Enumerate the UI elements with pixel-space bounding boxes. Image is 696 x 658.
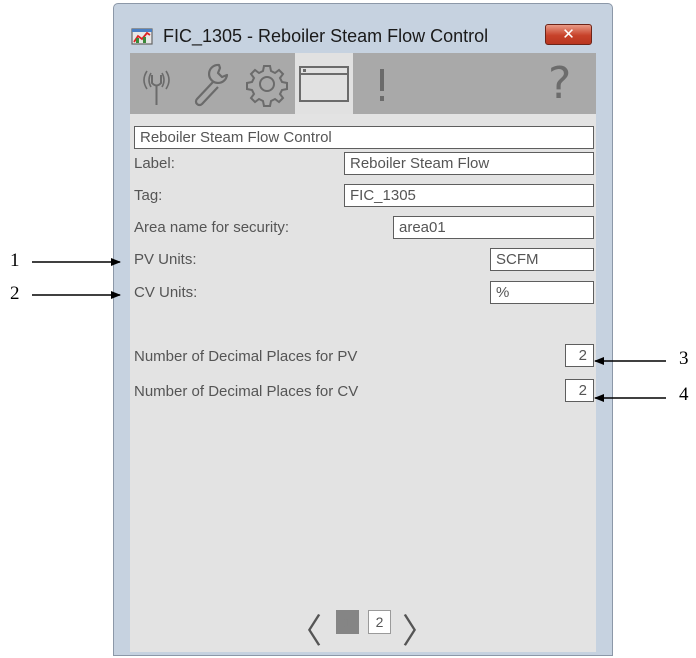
faceplate-window: FIC_1305 - Reboiler Steam Flow Control ✕ bbox=[113, 3, 613, 656]
window-icon bbox=[299, 66, 349, 102]
alarm-icon bbox=[380, 69, 384, 101]
close-icon: ✕ bbox=[562, 25, 575, 43]
faceplate-toolbar: ? bbox=[130, 53, 596, 114]
page-2-button[interactable]: 2 bbox=[368, 610, 391, 634]
gear-icon bbox=[246, 65, 288, 107]
tab-maintenance[interactable] bbox=[183, 53, 239, 114]
title-bar[interactable]: FIC_1305 - Reboiler Steam Flow Control ✕ bbox=[114, 4, 612, 46]
close-button[interactable]: ✕ bbox=[545, 24, 592, 45]
cv-decimals-field[interactable]: 2 bbox=[565, 379, 594, 402]
tab-engineering[interactable] bbox=[239, 53, 295, 114]
callout-label-1: 1 bbox=[10, 250, 20, 271]
previous-page-icon[interactable]: 〈 bbox=[288, 604, 322, 653]
help-icon[interactable]: ? bbox=[548, 58, 571, 109]
tag-field[interactable]: FIC_1305 bbox=[344, 184, 594, 207]
tab-display[interactable] bbox=[295, 53, 353, 114]
display-tab-content: Reboiler Steam Flow Control Label: Reboi… bbox=[130, 114, 596, 652]
callout-label-4: 4 bbox=[679, 384, 689, 405]
cv-decimals-label: Number of Decimal Places for CV bbox=[134, 383, 359, 400]
signal-icon bbox=[143, 70, 170, 105]
label-field-label: Label: bbox=[134, 155, 175, 172]
tab-operator[interactable] bbox=[130, 53, 183, 114]
page-1-button[interactable]: 1 bbox=[336, 610, 359, 634]
label-field[interactable]: Reboiler Steam Flow bbox=[344, 152, 594, 175]
tag-field-label: Tag: bbox=[134, 187, 163, 204]
app-icon bbox=[131, 26, 155, 46]
window-title: FIC_1305 - Reboiler Steam Flow Control bbox=[163, 26, 489, 46]
pv-decimals-label: Number of Decimal Places for PV bbox=[134, 348, 358, 365]
page-navigator: 〈 1 2 〉 bbox=[130, 604, 596, 652]
cv-units-field[interactable]: % bbox=[490, 281, 594, 304]
cv-units-label: CV Units: bbox=[134, 284, 198, 301]
area-field-label: Area name for security: bbox=[134, 219, 290, 236]
pv-decimals-field[interactable]: 2 bbox=[565, 344, 594, 367]
wrench-icon bbox=[194, 63, 229, 107]
area-field[interactable]: area01 bbox=[393, 216, 594, 239]
pv-units-label: PV Units: bbox=[134, 251, 197, 268]
next-page-icon[interactable]: 〉 bbox=[402, 604, 436, 653]
tab-alarms[interactable] bbox=[353, 53, 411, 114]
pv-units-field[interactable]: SCFM bbox=[490, 248, 594, 271]
callout-label-2: 2 bbox=[10, 283, 20, 304]
callout-label-3: 3 bbox=[679, 348, 689, 369]
description-field[interactable]: Reboiler Steam Flow Control bbox=[134, 126, 594, 149]
